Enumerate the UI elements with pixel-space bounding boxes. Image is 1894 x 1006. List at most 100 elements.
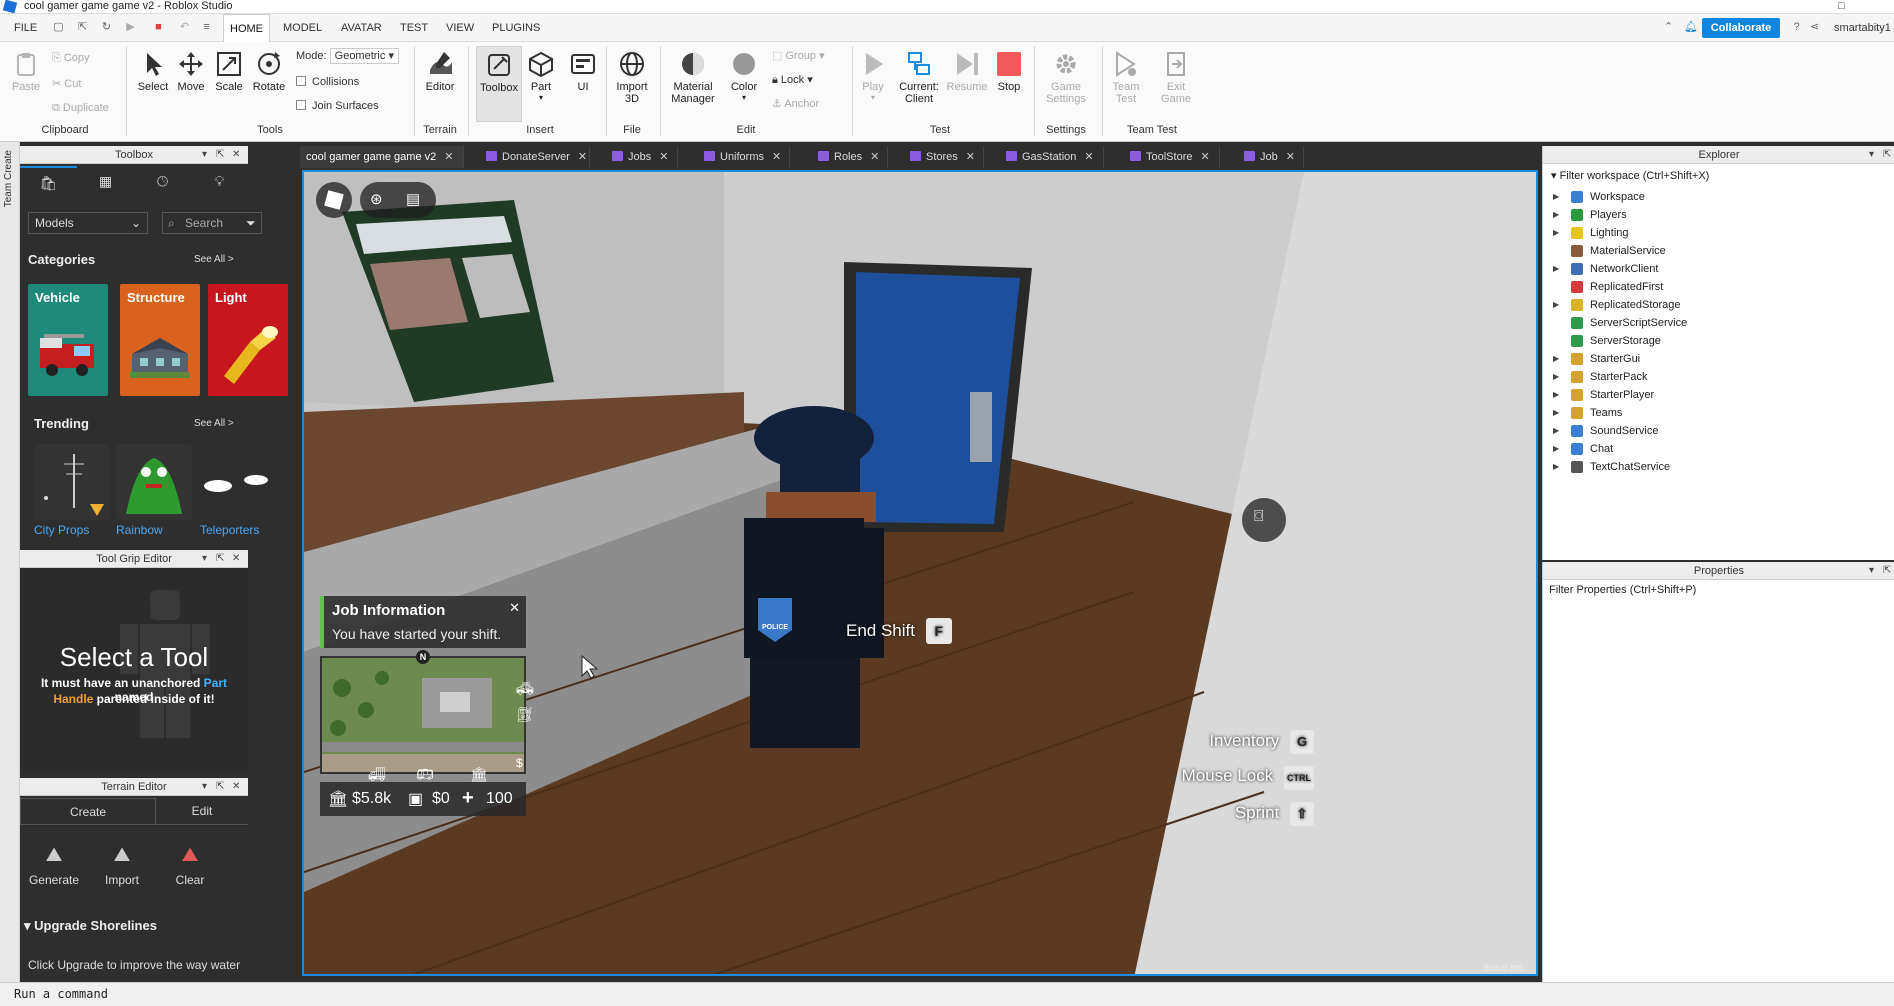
- explorer-item-materialservice[interactable]: MaterialService: [1543, 242, 1894, 260]
- explorer-filter-input[interactable]: ▾ Filter workspace (Ctrl+Shift+X): [1551, 168, 1709, 184]
- explorer-item-teams[interactable]: ▶ Teams: [1543, 404, 1894, 422]
- mode-dropdown[interactable]: Geometric ▾: [329, 48, 399, 64]
- current-client-button[interactable]: Current: Client: [892, 50, 946, 105]
- color-button[interactable]: Color ▾: [724, 50, 764, 102]
- expand-arrow-icon[interactable]: ▶: [1553, 440, 1559, 458]
- minimap[interactable]: [320, 656, 526, 774]
- material-manager-button[interactable]: Material Manager: [666, 50, 720, 105]
- explorer-item-starterplayer[interactable]: ▶ StarterPlayer: [1543, 386, 1894, 404]
- recent-clock-icon[interactable]: 🕒︎: [134, 166, 191, 196]
- explorer-item-replicatedfirst[interactable]: ReplicatedFirst: [1543, 278, 1894, 296]
- close-icon[interactable]: ✕: [966, 151, 975, 163]
- explorer-item-starterpack[interactable]: ▶ StarterPack: [1543, 368, 1894, 386]
- chat-icon[interactable]: ▤: [406, 190, 420, 208]
- close-icon[interactable]: ✕: [444, 151, 453, 163]
- tab-script-roles[interactable]: Roles ✕: [812, 146, 888, 168]
- play-button[interactable]: Play ▾: [856, 50, 890, 102]
- quick-access-dropdown-icon[interactable]: ≡: [200, 21, 213, 34]
- tab-script-stores[interactable]: Stores ✕: [904, 146, 984, 168]
- resume-button[interactable]: Resume: [946, 50, 988, 93]
- tab-create[interactable]: Create: [20, 798, 156, 824]
- undo-icon[interactable]: ↶: [178, 21, 191, 34]
- expand-arrow-icon[interactable]: ▶: [1553, 404, 1559, 422]
- collapse-ribbon-icon[interactable]: ⌃: [1662, 21, 1675, 34]
- maximize-icon[interactable]: □: [1838, 0, 1845, 13]
- tab-script-gasstation[interactable]: GasStation ✕: [1000, 146, 1104, 168]
- expand-arrow-icon[interactable]: ▶: [1553, 458, 1559, 476]
- category-card-light[interactable]: Light: [208, 284, 288, 396]
- import-3d-button[interactable]: Import 3D: [610, 50, 654, 105]
- notifications-icon[interactable]: 🔔︎: [1684, 21, 1698, 34]
- end-shift-prompt[interactable]: End Shift F: [846, 618, 952, 644]
- panel-menu-icon[interactable]: ▾: [1869, 562, 1874, 580]
- menu-test[interactable]: TEST: [400, 14, 428, 42]
- move-button[interactable]: Move: [174, 50, 208, 93]
- close-icon[interactable]: ✕: [1286, 151, 1295, 163]
- anchor-button[interactable]: ⚓︎ Anchor: [772, 96, 819, 112]
- menu-plugins[interactable]: PLUGINS: [492, 14, 540, 42]
- tab-edit[interactable]: Edit: [156, 798, 248, 824]
- expand-arrow-icon[interactable]: ▶: [1553, 188, 1559, 206]
- copy-button[interactable]: ⎘ Copy: [52, 50, 90, 66]
- explorer-item-replicatedstorage[interactable]: ▶ ReplicatedStorage: [1543, 296, 1894, 314]
- paste-button[interactable]: Paste: [8, 50, 44, 93]
- menu-home[interactable]: HOME: [223, 14, 270, 42]
- categories-see-all-link[interactable]: See All >: [194, 254, 234, 265]
- share-icon[interactable]: ⋖: [1808, 21, 1821, 34]
- explorer-item-serverstorage[interactable]: ServerStorage: [1543, 332, 1894, 350]
- explorer-item-soundservice[interactable]: ▶ SoundService: [1543, 422, 1894, 440]
- explorer-item-networkclient[interactable]: ▶ NetworkClient: [1543, 260, 1894, 278]
- close-icon[interactable]: ✕: [232, 550, 240, 568]
- explorer-item-lighting[interactable]: ▶ Lighting: [1543, 224, 1894, 242]
- color-dropdown-icon[interactable]: ▾: [724, 93, 764, 102]
- camera-capture-button[interactable]: ⌼: [1242, 498, 1286, 542]
- menu-view[interactable]: VIEW: [446, 14, 474, 42]
- menu-model[interactable]: MODEL: [283, 14, 322, 42]
- expand-arrow-icon[interactable]: ▶: [1553, 260, 1559, 278]
- trending-item[interactable]: Rainbow Friends: [116, 444, 192, 544]
- bank-marker-icon[interactable]: 🏛︎: [470, 766, 488, 783]
- trending-item[interactable]: City Props Pack: [34, 444, 110, 544]
- collisions-checkbox[interactable]: [296, 76, 306, 86]
- menu-file[interactable]: FILE: [14, 14, 37, 42]
- open-file-icon[interactable]: ⇱: [76, 21, 89, 34]
- close-icon[interactable]: ✕: [578, 151, 587, 163]
- cut-button[interactable]: ✂ Cut: [52, 76, 81, 92]
- panel-float-icon[interactable]: ⇱: [1883, 562, 1891, 580]
- selfie-view-icon[interactable]: ⊛: [370, 190, 383, 208]
- join-surfaces-toggle[interactable]: Join Surfaces: [296, 98, 379, 114]
- sprint-control[interactable]: Sprint ⇧: [1144, 802, 1314, 826]
- category-dropdown[interactable]: Models ⌄: [28, 212, 148, 234]
- command-bar[interactable]: Run a command: [0, 982, 1894, 1006]
- panel-float-icon[interactable]: ⇱: [216, 146, 224, 164]
- roblox-menu-button[interactable]: [316, 182, 352, 218]
- tab-script-donateserver[interactable]: DonateServer ✕: [480, 146, 590, 168]
- exit-game-button[interactable]: Exit Game: [1156, 50, 1196, 105]
- category-card-structure[interactable]: Structure: [120, 284, 200, 396]
- panel-menu-icon[interactable]: ▾: [202, 550, 207, 568]
- close-icon[interactable]: ✕: [659, 151, 668, 163]
- close-icon[interactable]: ✕: [1200, 151, 1209, 163]
- close-icon[interactable]: ✕: [1084, 151, 1093, 163]
- money-marker-icon[interactable]: $: [516, 756, 523, 770]
- select-button[interactable]: Select: [136, 50, 170, 93]
- filter-icon[interactable]: ⏷: [246, 216, 256, 231]
- toolbox-button[interactable]: Toolbox: [476, 46, 522, 122]
- expand-arrow-icon[interactable]: ▶: [1553, 206, 1559, 224]
- truck-marker-icon[interactable]: 🚚︎: [368, 766, 386, 783]
- stop-button[interactable]: Stop: [992, 50, 1026, 93]
- clear-tool[interactable]: ⛰︎ Clear: [160, 844, 220, 887]
- scale-button[interactable]: Scale: [212, 50, 246, 93]
- panel-menu-icon[interactable]: ▾: [202, 778, 207, 796]
- import-tool[interactable]: ⛰︎ Import: [92, 844, 152, 887]
- close-icon[interactable]: ✕: [232, 778, 240, 796]
- explorer-item-startergui[interactable]: ▶ StarterGui: [1543, 350, 1894, 368]
- duplicate-button[interactable]: ⧉ Duplicate: [52, 100, 109, 116]
- generate-tool[interactable]: ⛰︎ Generate: [24, 844, 84, 887]
- explorer-item-chat[interactable]: ▶ Chat: [1543, 440, 1894, 458]
- explorer-item-players[interactable]: ▶ Players: [1543, 206, 1894, 224]
- expand-arrow-icon[interactable]: ▶: [1553, 368, 1559, 386]
- explorer-item-textchatservice[interactable]: ▶ TextChatService: [1543, 458, 1894, 476]
- lock-button[interactable]: 🔒︎ Lock ▾: [772, 72, 813, 88]
- gas-pump-icon[interactable]: ⛽︎: [516, 706, 534, 723]
